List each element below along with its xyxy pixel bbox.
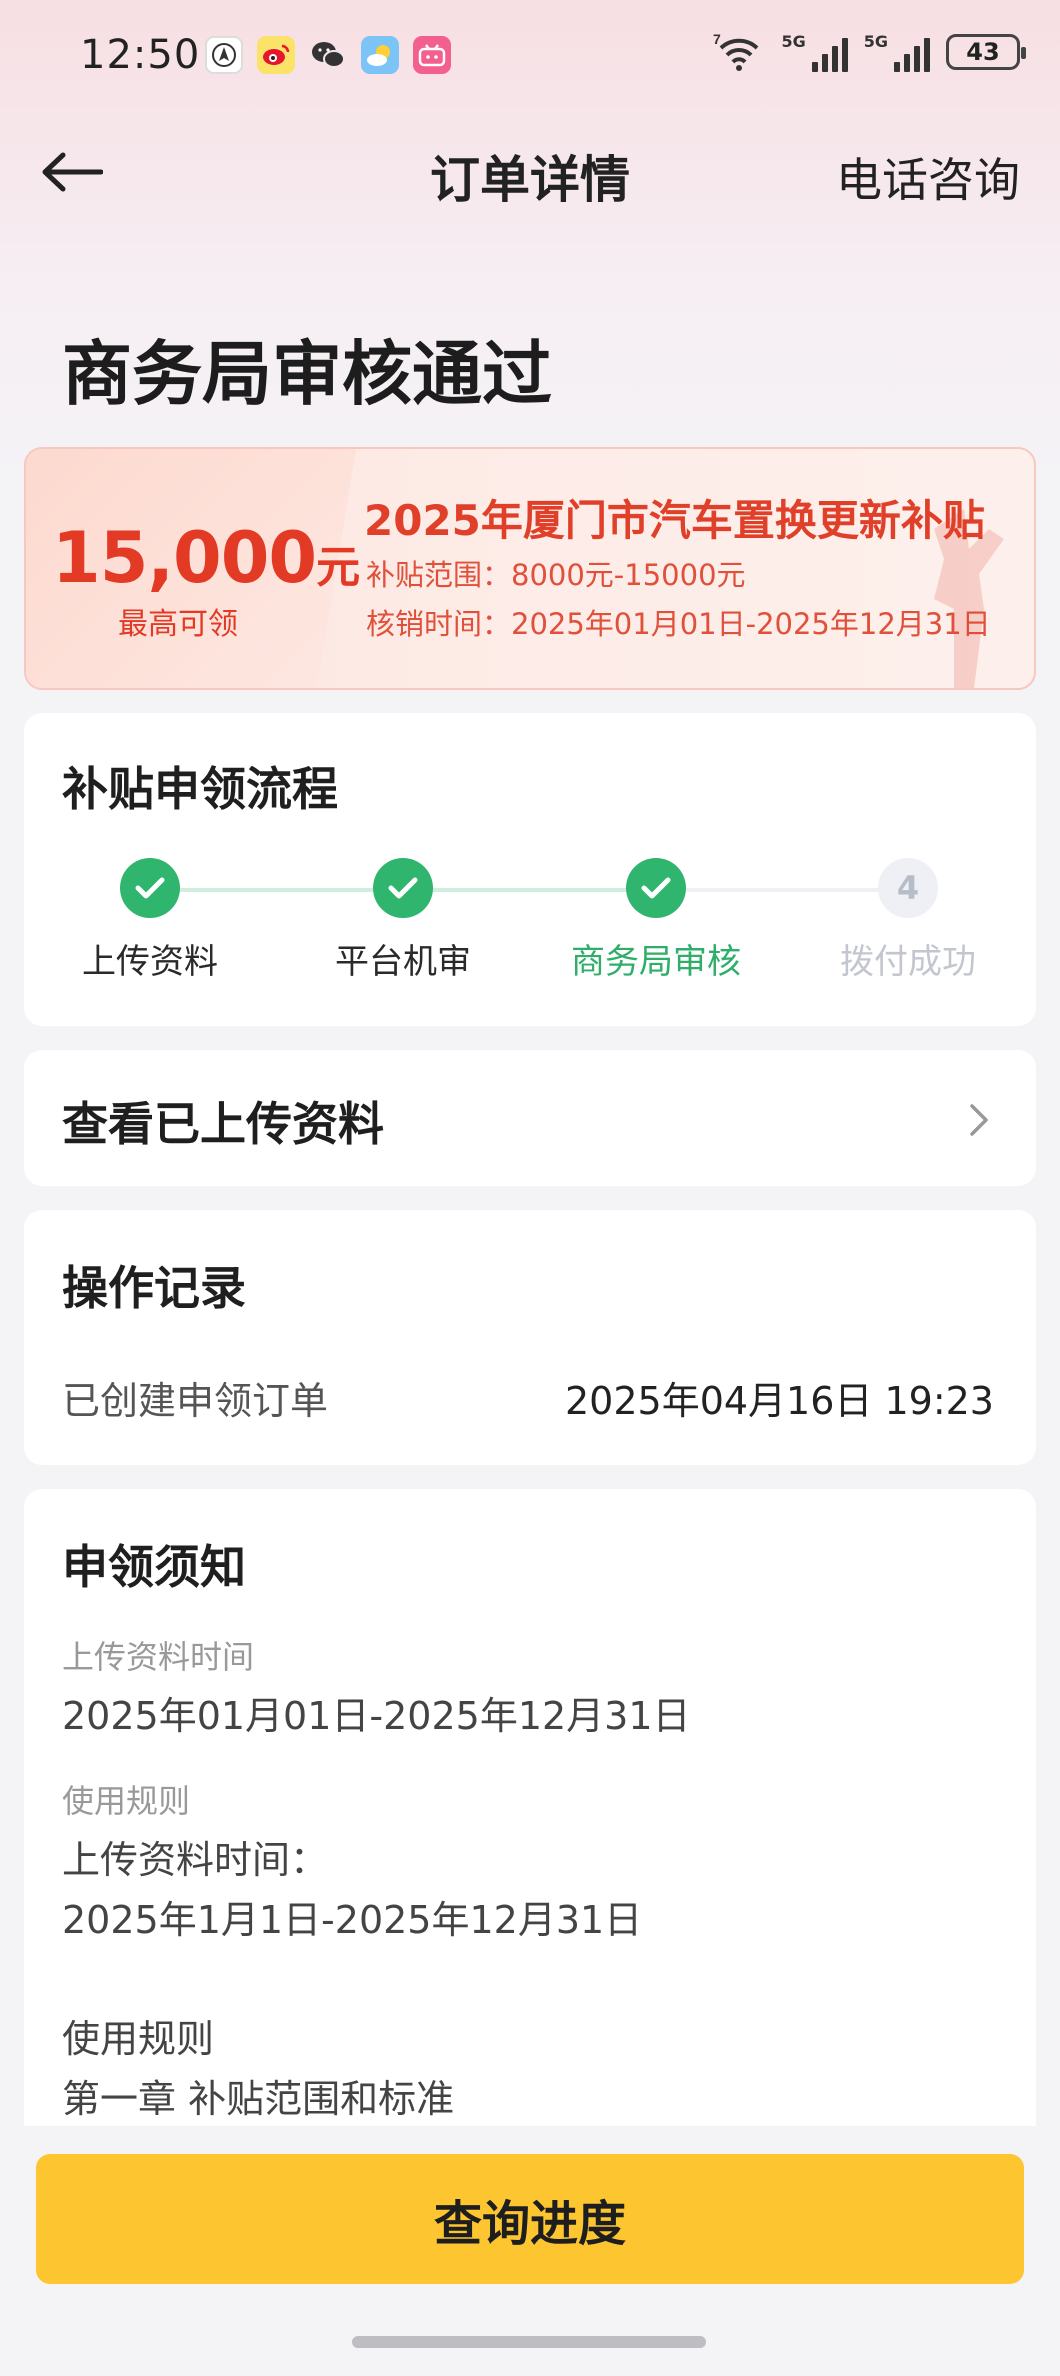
back-button[interactable] xyxy=(36,142,108,202)
rules-text-line: 2025年1月1日-2025年12月31日 xyxy=(62,1898,643,1942)
banner-title: 2025年厦门市汽车置换更新补贴 xyxy=(364,496,985,545)
amount-caption: 最高可领 xyxy=(118,607,238,642)
step-upload: 上传资料 xyxy=(50,858,250,983)
home-indicator[interactable] xyxy=(352,2336,706,2348)
subsidy-amount: 15,000元 xyxy=(52,517,360,599)
weibo-icon xyxy=(257,36,295,74)
status-time: 12:50 xyxy=(80,32,201,78)
check-icon xyxy=(626,858,686,918)
wechat-icon xyxy=(309,36,347,74)
check-icon xyxy=(120,858,180,918)
upload-time-label: 上传资料时间 xyxy=(62,1638,255,1676)
log-entry-time: 2025年04月16日 19:23 xyxy=(564,1379,994,1423)
operation-log-card: 操作记录 xyxy=(24,1210,1036,1465)
step-platform-review: 平台机审 xyxy=(303,858,503,983)
view-uploaded-label: 查看已上传资料 xyxy=(62,1097,384,1151)
statue-decoration-icon xyxy=(934,509,1004,688)
process-title: 补贴申领流程 xyxy=(62,762,338,816)
upload-time-value: 2025年01月01日-2025年12月31日 xyxy=(62,1694,691,1738)
order-status-title: 商务局审核通过 xyxy=(62,333,552,415)
notice-title: 申领须知 xyxy=(62,1540,246,1594)
rules-text-line: 使用规则 xyxy=(62,2017,215,2061)
phone-consult-button[interactable]: 电话咨询 xyxy=(836,144,1020,210)
notification-icons xyxy=(205,36,451,74)
step-label: 平台机审 xyxy=(335,942,471,982)
signal-icon-1: 5G xyxy=(781,32,848,72)
rules-text-line: 上传资料时间： xyxy=(62,1838,329,1882)
weather-icon xyxy=(361,36,399,74)
step-disbursed: 4 拨付成功 xyxy=(808,858,1008,983)
step-number: 4 xyxy=(878,858,938,918)
step-label: 上传资料 xyxy=(82,942,218,982)
status-bar: 12:50 7 5G 5G 43 xyxy=(0,0,1060,115)
rules-label: 使用规则 xyxy=(62,1782,191,1820)
log-entry-action: 已创建申领订单 xyxy=(62,1379,329,1423)
step-label: 商务局审核 xyxy=(571,942,741,982)
bilibili-icon xyxy=(413,36,451,74)
signal-icon-2: 5G xyxy=(864,32,930,72)
maps-icon xyxy=(205,36,243,74)
back-arrow-icon xyxy=(42,152,103,192)
nav-header: 订单详情 电话咨询 xyxy=(0,120,1060,220)
log-title: 操作记录 xyxy=(62,1261,246,1315)
wifi-icon: 7 xyxy=(713,31,765,72)
rules-text-line: 第一章 补贴范围和标准 xyxy=(62,2077,455,2121)
amount-unit: 元 xyxy=(316,542,361,593)
check-icon xyxy=(373,858,433,918)
subsidy-range: 补贴范围：8000元-15000元 xyxy=(366,558,746,592)
chevron-right-icon xyxy=(970,1104,988,1136)
subsidy-banner: 15,000元 最高可领 2025年厦门市汽车置换更新补贴 补贴范围：8000元… xyxy=(24,447,1036,690)
amount-value: 15,000 xyxy=(52,517,317,599)
svg-text:7: 7 xyxy=(713,32,721,47)
battery-icon: 43 xyxy=(946,34,1026,70)
system-icons: 7 5G 5G 43 xyxy=(713,31,1026,72)
query-progress-button[interactable]: 查询进度 xyxy=(36,2154,1024,2284)
step-label: 拨付成功 xyxy=(840,942,976,982)
step-bureau-review: 商务局审核 xyxy=(556,858,756,983)
